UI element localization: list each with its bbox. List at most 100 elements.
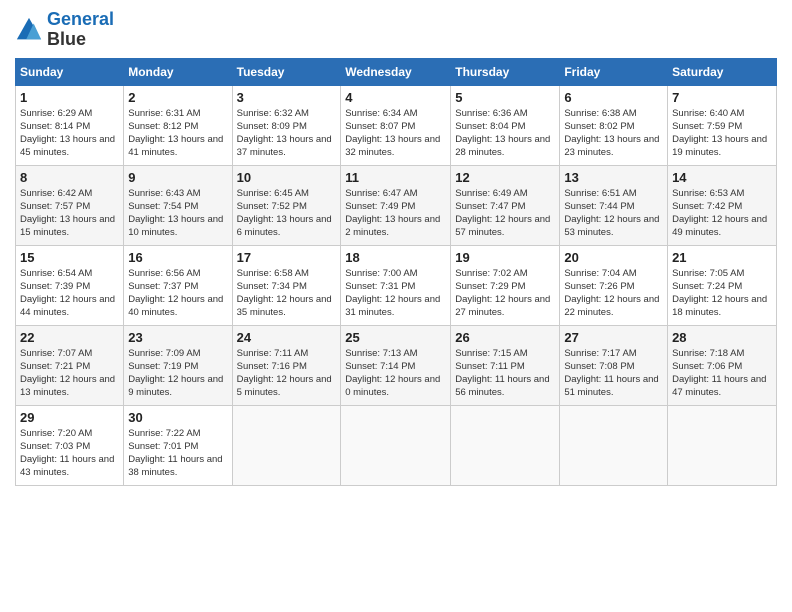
logo: GeneralBlue xyxy=(15,10,114,50)
weekday-header: Thursday xyxy=(451,58,560,85)
calendar-header-row: SundayMondayTuesdayWednesdayThursdayFrid… xyxy=(16,58,777,85)
day-number: 3 xyxy=(237,90,337,105)
calendar-table: SundayMondayTuesdayWednesdayThursdayFrid… xyxy=(15,58,777,486)
calendar-week-row: 8 Sunrise: 6:42 AM Sunset: 7:57 PM Dayli… xyxy=(16,165,777,245)
day-number: 18 xyxy=(345,250,446,265)
calendar-cell: 20 Sunrise: 7:04 AM Sunset: 7:26 PM Dayl… xyxy=(560,245,668,325)
calendar-cell: 5 Sunrise: 6:36 AM Sunset: 8:04 PM Dayli… xyxy=(451,85,560,165)
day-number: 30 xyxy=(128,410,227,425)
calendar-cell: 30 Sunrise: 7:22 AM Sunset: 7:01 PM Dayl… xyxy=(124,405,232,485)
day-info: Sunrise: 7:15 AM Sunset: 7:11 PM Dayligh… xyxy=(455,347,555,400)
day-number: 28 xyxy=(672,330,772,345)
calendar-cell: 29 Sunrise: 7:20 AM Sunset: 7:03 PM Dayl… xyxy=(16,405,124,485)
day-number: 29 xyxy=(20,410,119,425)
day-number: 19 xyxy=(455,250,555,265)
calendar-cell xyxy=(341,405,451,485)
day-info: Sunrise: 7:11 AM Sunset: 7:16 PM Dayligh… xyxy=(237,347,337,400)
day-info: Sunrise: 6:56 AM Sunset: 7:37 PM Dayligh… xyxy=(128,267,227,320)
day-info: Sunrise: 7:20 AM Sunset: 7:03 PM Dayligh… xyxy=(20,427,119,480)
day-info: Sunrise: 6:43 AM Sunset: 7:54 PM Dayligh… xyxy=(128,187,227,240)
day-info: Sunrise: 7:04 AM Sunset: 7:26 PM Dayligh… xyxy=(564,267,663,320)
day-number: 22 xyxy=(20,330,119,345)
day-info: Sunrise: 6:31 AM Sunset: 8:12 PM Dayligh… xyxy=(128,107,227,160)
day-number: 26 xyxy=(455,330,555,345)
calendar-cell: 25 Sunrise: 7:13 AM Sunset: 7:14 PM Dayl… xyxy=(341,325,451,405)
day-info: Sunrise: 6:51 AM Sunset: 7:44 PM Dayligh… xyxy=(564,187,663,240)
day-number: 11 xyxy=(345,170,446,185)
day-number: 4 xyxy=(345,90,446,105)
day-number: 8 xyxy=(20,170,119,185)
day-info: Sunrise: 6:32 AM Sunset: 8:09 PM Dayligh… xyxy=(237,107,337,160)
day-info: Sunrise: 7:18 AM Sunset: 7:06 PM Dayligh… xyxy=(672,347,772,400)
day-info: Sunrise: 6:49 AM Sunset: 7:47 PM Dayligh… xyxy=(455,187,555,240)
day-number: 27 xyxy=(564,330,663,345)
day-number: 2 xyxy=(128,90,227,105)
weekday-header: Monday xyxy=(124,58,232,85)
calendar-cell: 18 Sunrise: 7:00 AM Sunset: 7:31 PM Dayl… xyxy=(341,245,451,325)
calendar-cell: 17 Sunrise: 6:58 AM Sunset: 7:34 PM Dayl… xyxy=(232,245,341,325)
day-number: 12 xyxy=(455,170,555,185)
calendar-cell: 19 Sunrise: 7:02 AM Sunset: 7:29 PM Dayl… xyxy=(451,245,560,325)
day-info: Sunrise: 6:45 AM Sunset: 7:52 PM Dayligh… xyxy=(237,187,337,240)
calendar-cell: 13 Sunrise: 6:51 AM Sunset: 7:44 PM Dayl… xyxy=(560,165,668,245)
calendar-cell: 11 Sunrise: 6:47 AM Sunset: 7:49 PM Dayl… xyxy=(341,165,451,245)
calendar-cell: 22 Sunrise: 7:07 AM Sunset: 7:21 PM Dayl… xyxy=(16,325,124,405)
day-info: Sunrise: 6:53 AM Sunset: 7:42 PM Dayligh… xyxy=(672,187,772,240)
logo-text: GeneralBlue xyxy=(47,10,114,50)
day-info: Sunrise: 7:22 AM Sunset: 7:01 PM Dayligh… xyxy=(128,427,227,480)
calendar-cell: 6 Sunrise: 6:38 AM Sunset: 8:02 PM Dayli… xyxy=(560,85,668,165)
calendar-cell: 27 Sunrise: 7:17 AM Sunset: 7:08 PM Dayl… xyxy=(560,325,668,405)
day-info: Sunrise: 7:07 AM Sunset: 7:21 PM Dayligh… xyxy=(20,347,119,400)
day-number: 15 xyxy=(20,250,119,265)
day-number: 7 xyxy=(672,90,772,105)
day-number: 20 xyxy=(564,250,663,265)
calendar-cell: 24 Sunrise: 7:11 AM Sunset: 7:16 PM Dayl… xyxy=(232,325,341,405)
day-number: 25 xyxy=(345,330,446,345)
weekday-header: Friday xyxy=(560,58,668,85)
day-number: 17 xyxy=(237,250,337,265)
weekday-header: Saturday xyxy=(668,58,777,85)
calendar-cell: 26 Sunrise: 7:15 AM Sunset: 7:11 PM Dayl… xyxy=(451,325,560,405)
day-info: Sunrise: 6:38 AM Sunset: 8:02 PM Dayligh… xyxy=(564,107,663,160)
calendar-cell: 4 Sunrise: 6:34 AM Sunset: 8:07 PM Dayli… xyxy=(341,85,451,165)
day-number: 14 xyxy=(672,170,772,185)
day-info: Sunrise: 6:47 AM Sunset: 7:49 PM Dayligh… xyxy=(345,187,446,240)
calendar-cell: 21 Sunrise: 7:05 AM Sunset: 7:24 PM Dayl… xyxy=(668,245,777,325)
day-number: 13 xyxy=(564,170,663,185)
day-info: Sunrise: 6:58 AM Sunset: 7:34 PM Dayligh… xyxy=(237,267,337,320)
calendar-cell: 8 Sunrise: 6:42 AM Sunset: 7:57 PM Dayli… xyxy=(16,165,124,245)
page-container: GeneralBlue SundayMondayTuesdayWednesday… xyxy=(0,0,792,496)
day-info: Sunrise: 7:13 AM Sunset: 7:14 PM Dayligh… xyxy=(345,347,446,400)
day-number: 10 xyxy=(237,170,337,185)
weekday-header: Wednesday xyxy=(341,58,451,85)
day-info: Sunrise: 7:09 AM Sunset: 7:19 PM Dayligh… xyxy=(128,347,227,400)
logo-icon xyxy=(15,16,43,44)
day-info: Sunrise: 6:36 AM Sunset: 8:04 PM Dayligh… xyxy=(455,107,555,160)
day-info: Sunrise: 6:29 AM Sunset: 8:14 PM Dayligh… xyxy=(20,107,119,160)
weekday-header: Tuesday xyxy=(232,58,341,85)
calendar-cell: 23 Sunrise: 7:09 AM Sunset: 7:19 PM Dayl… xyxy=(124,325,232,405)
day-info: Sunrise: 6:34 AM Sunset: 8:07 PM Dayligh… xyxy=(345,107,446,160)
calendar-week-row: 15 Sunrise: 6:54 AM Sunset: 7:39 PM Dayl… xyxy=(16,245,777,325)
day-info: Sunrise: 7:17 AM Sunset: 7:08 PM Dayligh… xyxy=(564,347,663,400)
weekday-header: Sunday xyxy=(16,58,124,85)
calendar-week-row: 22 Sunrise: 7:07 AM Sunset: 7:21 PM Dayl… xyxy=(16,325,777,405)
calendar-cell: 3 Sunrise: 6:32 AM Sunset: 8:09 PM Dayli… xyxy=(232,85,341,165)
calendar-cell: 10 Sunrise: 6:45 AM Sunset: 7:52 PM Dayl… xyxy=(232,165,341,245)
calendar-week-row: 29 Sunrise: 7:20 AM Sunset: 7:03 PM Dayl… xyxy=(16,405,777,485)
calendar-cell: 14 Sunrise: 6:53 AM Sunset: 7:42 PM Dayl… xyxy=(668,165,777,245)
header: GeneralBlue xyxy=(15,10,777,50)
calendar-cell: 7 Sunrise: 6:40 AM Sunset: 7:59 PM Dayli… xyxy=(668,85,777,165)
calendar-cell: 16 Sunrise: 6:56 AM Sunset: 7:37 PM Dayl… xyxy=(124,245,232,325)
calendar-cell xyxy=(560,405,668,485)
day-number: 16 xyxy=(128,250,227,265)
day-number: 21 xyxy=(672,250,772,265)
calendar-cell: 1 Sunrise: 6:29 AM Sunset: 8:14 PM Dayli… xyxy=(16,85,124,165)
calendar-cell: 15 Sunrise: 6:54 AM Sunset: 7:39 PM Dayl… xyxy=(16,245,124,325)
calendar-cell xyxy=(232,405,341,485)
calendar-cell xyxy=(451,405,560,485)
calendar-week-row: 1 Sunrise: 6:29 AM Sunset: 8:14 PM Dayli… xyxy=(16,85,777,165)
day-number: 24 xyxy=(237,330,337,345)
calendar-cell: 9 Sunrise: 6:43 AM Sunset: 7:54 PM Dayli… xyxy=(124,165,232,245)
day-info: Sunrise: 7:02 AM Sunset: 7:29 PM Dayligh… xyxy=(455,267,555,320)
